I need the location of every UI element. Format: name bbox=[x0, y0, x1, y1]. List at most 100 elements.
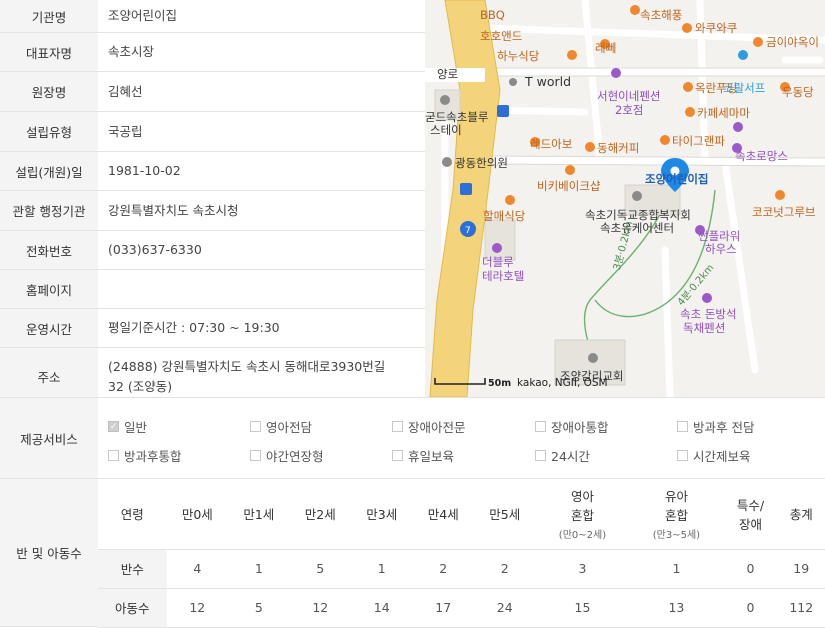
map-label: 테라호텔 bbox=[482, 269, 524, 283]
map-label: 서현이네펜션 bbox=[597, 89, 660, 103]
scale-label: 50m bbox=[488, 378, 511, 389]
info-value: 조양어린이집 bbox=[98, 0, 425, 32]
checkbox-icon bbox=[250, 450, 261, 461]
class-table-header: 연령 만0세 만1세 만2세 만3세 만4세 만5세 영아혼합(만0~2세) 유… bbox=[98, 479, 825, 549]
table-cell: 14 bbox=[351, 588, 412, 627]
table-cell: 17 bbox=[413, 588, 474, 627]
address-line-2: 32 (조양동) bbox=[108, 377, 385, 397]
map-label: 와쿠와쿠 bbox=[695, 21, 737, 35]
table-cell: 5 bbox=[290, 549, 351, 588]
info-label: 설립(개원)일 bbox=[0, 152, 98, 190]
info-row-hours: 운영시간 평일기준시간 : 07:30 ~ 19:30 bbox=[0, 309, 425, 348]
map-label: 독채펜션 bbox=[683, 321, 725, 335]
info-value: 김혜선 bbox=[98, 72, 425, 111]
service-label: 시간제보육 bbox=[693, 446, 751, 465]
header-cell: 만3세 bbox=[351, 479, 412, 549]
table-cell: 19 bbox=[778, 549, 825, 588]
map-label: 하누식당 bbox=[497, 49, 540, 63]
table-cell: 0 bbox=[723, 549, 777, 588]
service-label: 방과후 전담 bbox=[693, 417, 754, 436]
table-cell: 2 bbox=[474, 549, 535, 588]
info-row-name: 기관명 조양어린이집 bbox=[0, 0, 425, 33]
service-checkbox[interactable]: 영아전담 bbox=[250, 417, 312, 436]
address-value: (24888) 강원특별자치도 속초시 동해대로3930번길 32 (조양동) bbox=[98, 348, 425, 404]
table-cell: 24 bbox=[474, 588, 535, 627]
info-row-homepage: 홈페이지 bbox=[0, 270, 425, 309]
map-label: 2호점 bbox=[615, 103, 643, 117]
row-label: 아동수 bbox=[98, 588, 167, 627]
map-label: 속초해풍 bbox=[640, 8, 682, 22]
info-value: 속초시장 bbox=[98, 33, 425, 71]
checkbox-icon bbox=[677, 421, 688, 432]
header-cell: 만1세 bbox=[228, 479, 289, 549]
service-label: 휴일보육 bbox=[408, 446, 454, 465]
map-label: 레드아보 bbox=[530, 137, 572, 151]
service-checkbox[interactable]: 시간제보육 bbox=[677, 446, 751, 465]
info-value: 국공립 bbox=[98, 112, 425, 151]
table-cell: 1 bbox=[351, 549, 412, 588]
header-sub: (만3~5세) bbox=[629, 526, 723, 541]
table-cell: 13 bbox=[629, 588, 723, 627]
service-checkbox[interactable]: 방과후 전담 bbox=[677, 417, 754, 436]
info-label: 전화번호 bbox=[0, 231, 98, 269]
header-multiline: 영아혼합 bbox=[571, 489, 594, 523]
service-checkbox[interactable]: 방과후통합 bbox=[108, 446, 182, 465]
map-label: 속초 돈방석 bbox=[680, 307, 737, 321]
header-multiline: 유아혼합 bbox=[665, 489, 688, 523]
map-label: 속초기독교종합복지회 bbox=[585, 208, 691, 222]
location-map[interactable]: BBQ 속초해풍 와쿠와쿠 금이야옥이 호호앤드 하누식당 레뻬 옥란푸딩 우동… bbox=[425, 0, 825, 397]
info-row-phone: 전화번호 (033)637-6330 bbox=[0, 231, 425, 270]
service-checkbox[interactable]: 24시간 bbox=[535, 446, 590, 465]
info-value: 평일기준시간 : 07:30 ~ 19:30 bbox=[98, 309, 425, 347]
map-label: 동해커피 bbox=[597, 141, 639, 155]
class-table: 연령 만0세 만1세 만2세 만3세 만4세 만5세 영아혼합(만0~2세) 유… bbox=[98, 479, 825, 628]
map-label: 속초로망스 bbox=[735, 149, 788, 163]
checkbox-icon bbox=[108, 450, 119, 461]
service-checkbox[interactable]: ✓일반 bbox=[108, 417, 147, 436]
services-section: 제공서비스 ✓일반 영아전담 장애아전문 장애아통합 방과후 전담 방과후통합 … bbox=[0, 397, 825, 479]
service-checkbox[interactable]: 야간연장형 bbox=[250, 446, 324, 465]
map-canvas[interactable]: BBQ 속초해풍 와쿠와쿠 금이야옥이 호호앤드 하누식당 레뻬 옥란푸딩 우동… bbox=[425, 0, 825, 397]
map-label: 굳드속초블루 bbox=[425, 110, 488, 124]
service-label: 24시간 bbox=[551, 446, 590, 465]
table-cell: 1 bbox=[629, 549, 723, 588]
header-sub: (만0~2세) bbox=[535, 526, 629, 541]
service-label: 방과후통합 bbox=[124, 446, 182, 465]
table-cell: 12 bbox=[167, 588, 228, 627]
map-label: 타이그랜파 bbox=[672, 134, 725, 148]
phone-link[interactable]: (033)637-6330 bbox=[98, 231, 425, 269]
service-checkbox[interactable]: 휴일보육 bbox=[392, 446, 454, 465]
map-label: BBQ bbox=[480, 8, 505, 22]
map-copyright: kakao, NGII, OSM bbox=[517, 377, 608, 389]
info-label: 홈페이지 bbox=[0, 270, 98, 308]
info-row-founded: 설립(개원)일 1981-10-02 bbox=[0, 152, 425, 191]
map-label: 비키베이크샵 bbox=[537, 179, 601, 193]
header-cell: 만2세 bbox=[290, 479, 351, 549]
service-label: 영아전담 bbox=[266, 417, 312, 436]
homepage-link[interactable] bbox=[98, 270, 425, 308]
service-checkbox[interactable]: 장애아통합 bbox=[535, 417, 609, 436]
info-value: 1981-10-02 bbox=[98, 152, 425, 190]
map-label: 광동한의원 bbox=[455, 156, 508, 170]
table-row: 아동수 12 5 12 14 17 24 15 13 0 112 bbox=[98, 588, 825, 627]
row-label: 반수 bbox=[98, 549, 167, 588]
service-checkbox[interactable]: 장애아전문 bbox=[392, 417, 466, 436]
map-label: 할매식당 bbox=[483, 209, 526, 223]
map-label: 양로 bbox=[437, 67, 458, 81]
service-label: 장애아통합 bbox=[551, 417, 609, 436]
table-cell: 3 bbox=[535, 549, 629, 588]
checkbox-icon bbox=[535, 421, 546, 432]
table-cell: 0 bbox=[723, 588, 777, 627]
table-cell: 112 bbox=[778, 588, 825, 627]
table-cell: 2 bbox=[413, 549, 474, 588]
checkbox-icon bbox=[250, 421, 261, 432]
service-label: 야간연장형 bbox=[266, 446, 324, 465]
map-label-target: 조양어린이집 bbox=[645, 172, 708, 186]
checkbox-icon bbox=[535, 450, 546, 461]
table-cell: 4 bbox=[167, 549, 228, 588]
table-cell: 15 bbox=[535, 588, 629, 627]
info-value: 강원특별자치도 속초시청 bbox=[98, 191, 425, 230]
map-label: 하우스 bbox=[705, 242, 737, 256]
address-line-1: (24888) 강원특별자치도 속초시 동해대로3930번길 bbox=[108, 357, 385, 377]
map-label: 우동당 bbox=[782, 85, 814, 99]
